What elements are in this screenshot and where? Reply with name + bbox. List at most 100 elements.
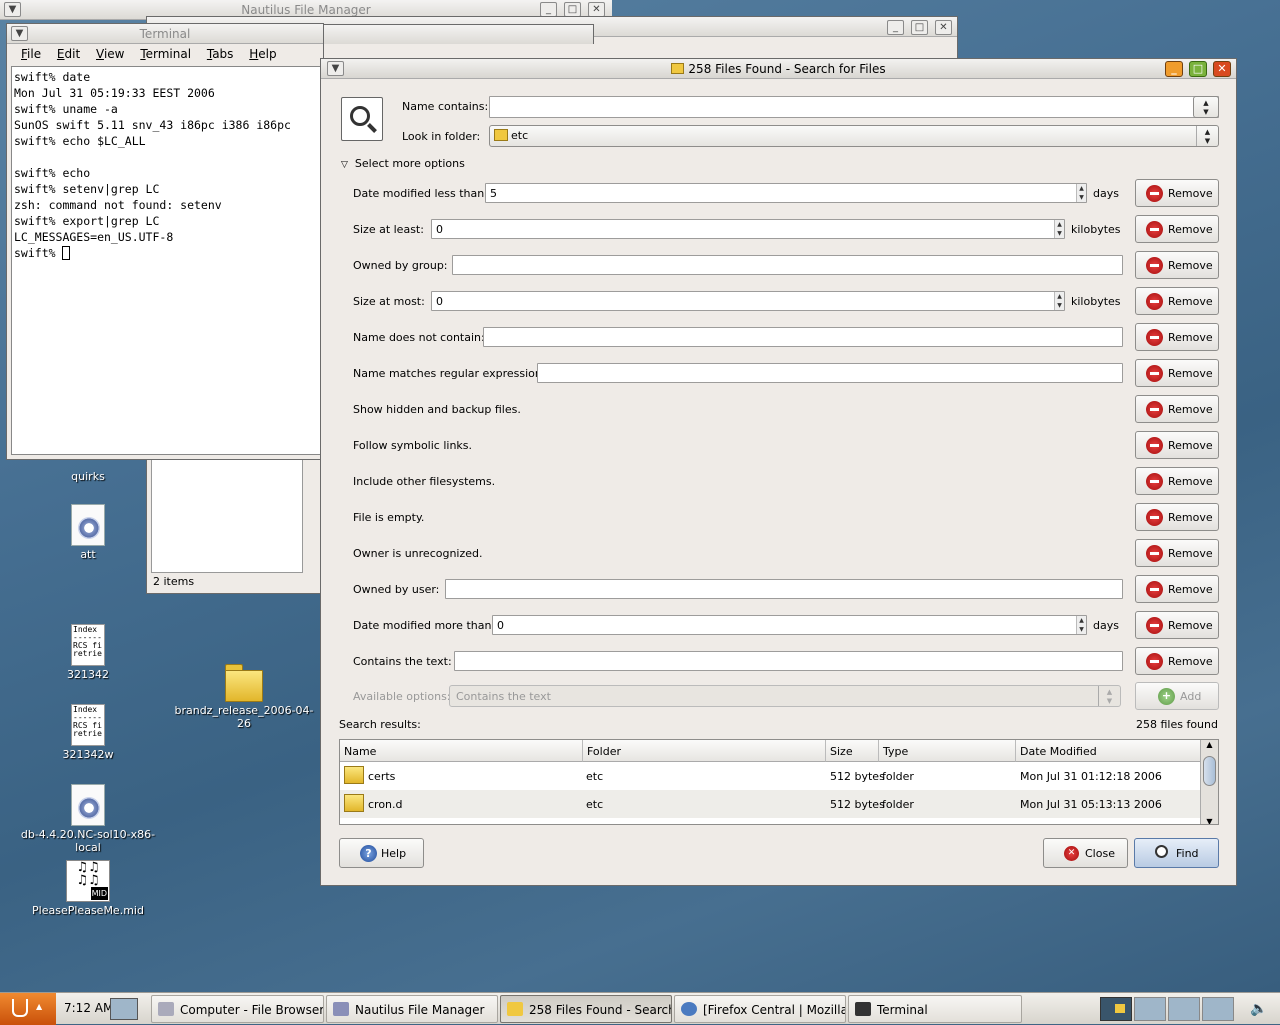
workspace-3[interactable] xyxy=(1168,997,1200,1021)
add-option-button[interactable]: + Add xyxy=(1135,682,1219,710)
volume-icon[interactable]: 🔈 xyxy=(1250,1001,1267,1017)
workspace-1[interactable] xyxy=(1100,997,1132,1021)
task-nautilus[interactable]: Nautilus File Manager xyxy=(326,995,498,1023)
name-contains-dropdown[interactable]: ▲ ▼ xyxy=(1193,96,1219,118)
option-label: Name matches regular expression: xyxy=(353,367,546,380)
more-options-expander[interactable]: ▽ Select more options xyxy=(341,157,465,170)
terminal-window[interactable]: Terminal ▼ File Edit View Terminal Tabs … xyxy=(6,23,324,460)
task-file-browser[interactable]: Computer - File Browser xyxy=(151,995,324,1023)
nautilus-maximize-button[interactable]: □ xyxy=(564,2,581,17)
option-spin-input[interactable]: 0 ▲ ▼ xyxy=(492,615,1087,635)
show-desktop-icon[interactable] xyxy=(110,998,138,1020)
remove-button[interactable]: Remove xyxy=(1135,503,1219,531)
dialog-minimize-button[interactable]: _ xyxy=(1165,61,1183,77)
desktop-icon-321342w[interactable]: Index ------ RCS fi retrie 321342w xyxy=(18,704,158,761)
column-header-size[interactable]: Size xyxy=(826,740,879,762)
remove-icon xyxy=(1146,581,1163,598)
menu-edit[interactable]: Edit xyxy=(51,44,86,61)
remove-button[interactable]: Remove xyxy=(1135,395,1219,423)
look-in-folder-select[interactable]: etc ▲ ▼ xyxy=(489,125,1219,147)
remove-button[interactable]: Remove xyxy=(1135,215,1219,243)
dialog-close-button[interactable]: ✕ xyxy=(1213,61,1231,77)
spin-arrows-icon[interactable]: ▲ ▼ xyxy=(1054,220,1064,238)
remove-button[interactable]: Remove xyxy=(1135,359,1219,387)
menu-file[interactable]: File xyxy=(15,44,47,61)
remove-button[interactable]: Remove xyxy=(1135,287,1219,315)
table-row[interactable]: cron.d etc 512 bytes folder Mon Jul 31 0… xyxy=(340,790,1200,818)
scrollbar-thumb[interactable] xyxy=(1203,756,1216,786)
file-browser-pane[interactable] xyxy=(151,457,303,573)
remove-button[interactable]: Remove xyxy=(1135,251,1219,279)
menu-help[interactable]: Help xyxy=(243,44,282,61)
remove-button[interactable]: Remove xyxy=(1135,323,1219,351)
nautilus-minimize-button[interactable]: _ xyxy=(540,2,557,17)
desktop-icon-att[interactable]: att xyxy=(18,504,158,561)
option-text-input[interactable] xyxy=(483,327,1123,347)
dialog-menu-icon[interactable]: ▼ xyxy=(327,61,344,76)
results-scrollbar[interactable]: ▲ ▼ xyxy=(1200,740,1218,824)
desktop-icon-db[interactable]: db-4.4.20.NC-sol10-x86-local xyxy=(18,784,158,854)
menu-tabs[interactable]: Tabs xyxy=(201,44,240,61)
remove-label: Remove xyxy=(1168,547,1213,560)
remove-button[interactable]: Remove xyxy=(1135,431,1219,459)
column-header-folder[interactable]: Folder xyxy=(583,740,826,762)
desktop-icon-brandz[interactable]: brandz_release_2006-04-26 xyxy=(174,664,314,730)
menu-terminal[interactable]: Terminal xyxy=(134,44,197,61)
terminal-line: SunOS swift 5.11 snv_43 i86pc i386 i86pc xyxy=(14,118,291,132)
column-header-name[interactable]: Name xyxy=(340,740,583,762)
column-header-date[interactable]: Date Modified xyxy=(1016,740,1200,762)
document-gear-icon xyxy=(18,460,158,470)
task-search[interactable]: 258 Files Found - Search f... xyxy=(500,995,672,1023)
results-table[interactable]: Name Folder Size Type Date Modified cert… xyxy=(339,739,1219,825)
cell-folder: etc xyxy=(586,770,604,783)
task-terminal[interactable]: Terminal xyxy=(848,995,1022,1023)
option-spin-input[interactable]: 0 ▲ ▼ xyxy=(431,219,1065,239)
launch-menu-button[interactable]: ▲ xyxy=(0,993,56,1025)
option-spin-input[interactable]: 0 ▲ ▼ xyxy=(431,291,1065,311)
terminal-titlebar[interactable]: Terminal xyxy=(7,24,323,44)
available-options-select[interactable]: Contains the text ▲ ▼ xyxy=(449,685,1121,707)
desktop-icon-midi[interactable]: ♫♫ ♫♫ MID PleasePleaseMe.mid xyxy=(18,860,158,917)
option-text-input[interactable] xyxy=(452,255,1123,275)
help-button[interactable]: ? Help xyxy=(339,838,424,868)
terminal-menu-icon[interactable]: ▼ xyxy=(11,26,28,41)
menu-view[interactable]: View xyxy=(90,44,130,61)
table-row[interactable]: certs etc 512 bytes folder Mon Jul 31 01… xyxy=(340,762,1200,790)
desktop-icon-321342[interactable]: Index ------ RCS fi retrie 321342 xyxy=(18,624,158,681)
file-browser-close-button[interactable]: ✕ xyxy=(935,20,952,35)
terminal-output[interactable]: swift% date Mon Jul 31 05:19:33 EEST 2006… xyxy=(11,66,323,455)
spin-arrows-icon[interactable]: ▲ ▼ xyxy=(1076,616,1086,634)
remove-button[interactable]: Remove xyxy=(1135,539,1219,567)
option-text-input[interactable] xyxy=(445,579,1123,599)
search-dialog[interactable]: 258 Files Found - Search for Files ▼ _ □… xyxy=(320,58,1237,886)
column-header-type[interactable]: Type xyxy=(879,740,1016,762)
workspace-switcher[interactable] xyxy=(1100,997,1234,1021)
option-spin-input[interactable]: 5 ▲ ▼ xyxy=(485,183,1087,203)
option-text-input[interactable] xyxy=(454,651,1123,671)
nautilus-menu-icon[interactable]: ▼ xyxy=(4,2,21,17)
workspace-4[interactable] xyxy=(1202,997,1234,1021)
document-gear-icon xyxy=(71,504,105,546)
spin-arrows-icon[interactable]: ▲ ▼ xyxy=(1054,292,1064,310)
search-dialog-titlebar[interactable]: 258 Files Found - Search for Files xyxy=(321,59,1236,79)
remove-button[interactable]: Remove xyxy=(1135,467,1219,495)
find-button[interactable]: Find xyxy=(1134,838,1219,868)
clock[interactable]: 7:12 AM xyxy=(64,1001,113,1015)
workspace-2[interactable] xyxy=(1134,997,1166,1021)
remove-button[interactable]: Remove xyxy=(1135,611,1219,639)
option-text-input[interactable] xyxy=(537,363,1123,383)
nautilus-close-button[interactable]: ✕ xyxy=(588,2,605,17)
remove-button[interactable]: Remove xyxy=(1135,575,1219,603)
desktop-icon-quirks[interactable]: quirks xyxy=(18,460,158,483)
spin-arrows-icon[interactable]: ▲ ▼ xyxy=(1076,184,1086,202)
file-browser-maximize-button[interactable]: □ xyxy=(911,20,928,35)
remove-icon xyxy=(1146,365,1163,382)
dialog-maximize-button[interactable]: □ xyxy=(1189,61,1207,77)
file-browser-minimize-button[interactable]: _ xyxy=(887,20,904,35)
remove-button[interactable]: Remove xyxy=(1135,647,1219,675)
name-contains-input[interactable] xyxy=(489,96,1219,118)
task-firefox[interactable]: [Firefox Central | Mozilla ... xyxy=(674,995,846,1023)
remove-button[interactable]: Remove xyxy=(1135,179,1219,207)
terminal-titlebar-ext[interactable] xyxy=(324,24,594,44)
close-button[interactable]: ✕ Close xyxy=(1043,838,1128,868)
